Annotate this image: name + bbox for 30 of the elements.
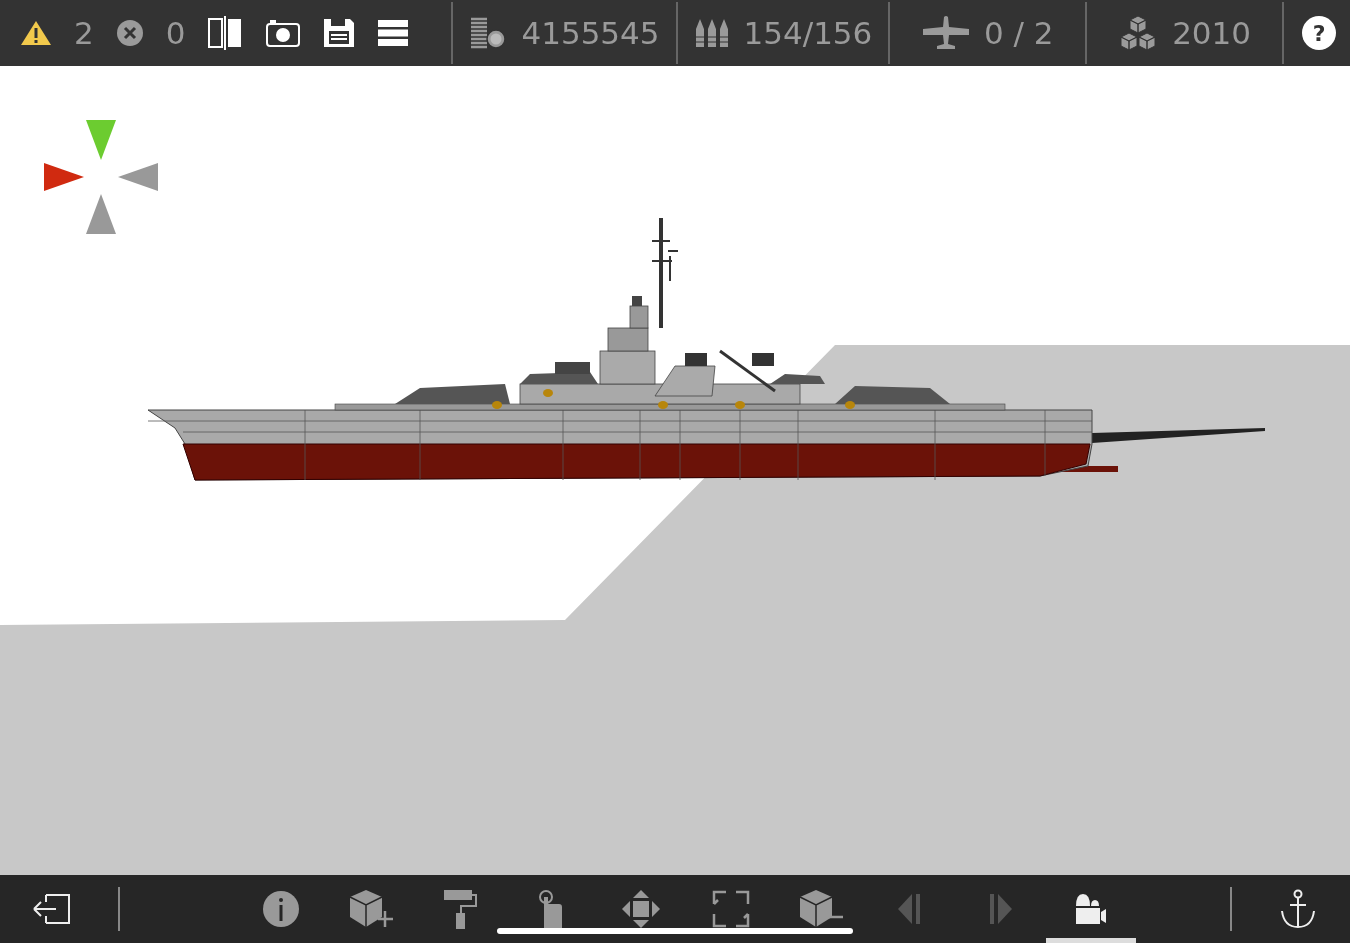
exit-icon bbox=[32, 892, 72, 926]
video-camera-icon bbox=[1074, 892, 1108, 926]
save-button[interactable] bbox=[323, 18, 356, 48]
stat-value: 0 / 2 bbox=[983, 15, 1054, 51]
warning-icon bbox=[20, 20, 52, 46]
cube-plus-icon bbox=[348, 889, 394, 929]
mirror-button[interactable] bbox=[207, 16, 244, 50]
cube-minus-icon bbox=[798, 889, 844, 929]
anchor-icon bbox=[1280, 889, 1316, 929]
orientation-gizmo[interactable] bbox=[44, 120, 158, 234]
camera-icon bbox=[265, 18, 302, 48]
menu-button[interactable] bbox=[377, 19, 410, 47]
warning-count: 2 bbox=[74, 15, 94, 51]
stat-value: 4155545 bbox=[521, 15, 660, 51]
split-view-icon bbox=[207, 16, 244, 50]
error-icon bbox=[115, 19, 144, 47]
paint-roller-icon bbox=[443, 889, 479, 929]
ship-drawing[interactable] bbox=[147, 218, 1265, 481]
resize-corners-icon bbox=[712, 890, 750, 928]
info-icon bbox=[262, 890, 300, 928]
menu-icon bbox=[377, 19, 410, 47]
shells-icon bbox=[693, 17, 730, 49]
stat-value: 154/156 bbox=[743, 15, 873, 51]
airplane-icon bbox=[921, 15, 970, 51]
coins-icon bbox=[469, 16, 508, 50]
stat-value: 2010 bbox=[1172, 15, 1252, 51]
move-arrows-icon bbox=[621, 889, 661, 929]
error-count: 0 bbox=[165, 15, 186, 51]
screenshot-button[interactable] bbox=[265, 18, 302, 48]
help-button[interactable]: ? bbox=[1302, 16, 1336, 50]
